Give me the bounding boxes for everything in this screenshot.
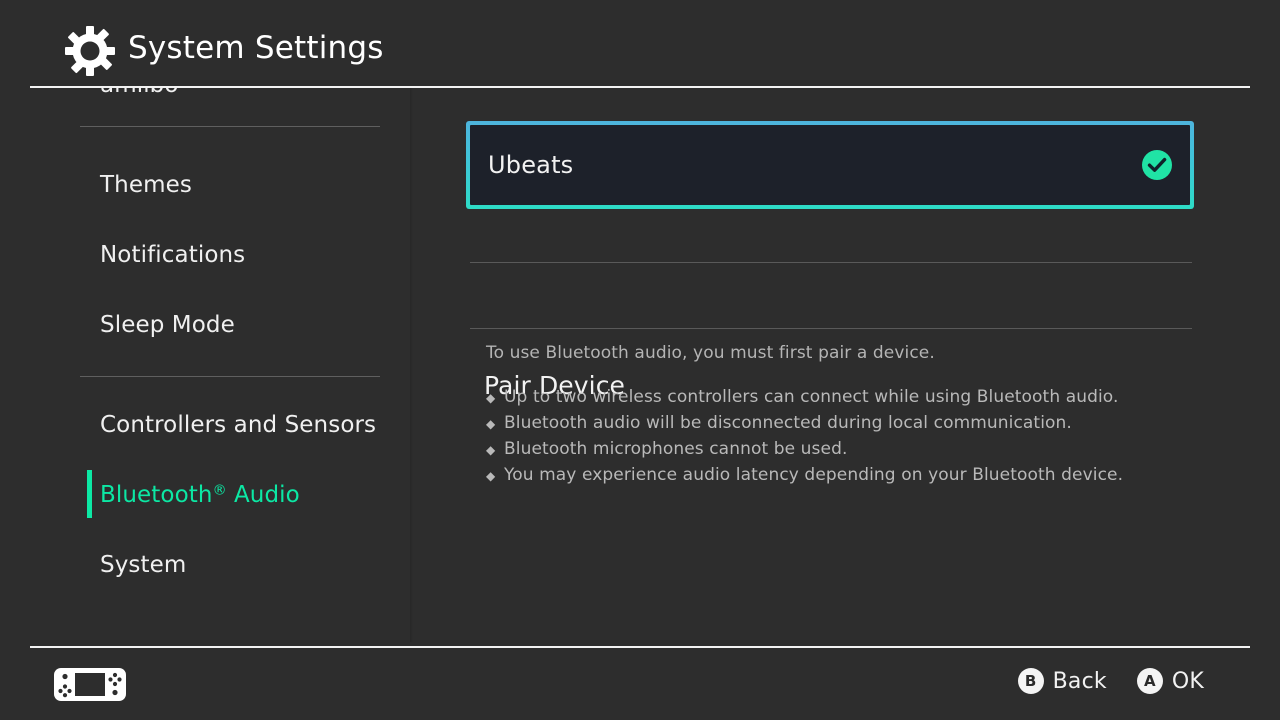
pair-section-bottom-divider [470,328,1192,329]
sidebar-item-controllers-and-sensors[interactable]: Controllers and Sensors [100,412,376,438]
sidebar-item-label-prefix: Bluetooth [100,482,213,508]
sidebar-item-themes[interactable]: Themes [100,172,192,198]
a-button-icon: A [1136,668,1163,694]
registered-trademark-icon: ® [212,482,227,499]
check-circle-icon [1142,150,1172,180]
device-name: Ubeats [488,151,574,179]
sidebar-item-label: Controllers and Sensors [100,412,377,438]
paired-device-card-inner: Ubeats [470,125,1190,205]
list-item-label: Bluetooth microphones cannot be used. [504,439,848,459]
footer-divider [30,646,1250,648]
list-item: ◆ Bluetooth microphones cannot be used. [486,439,1246,465]
diamond-bullet-icon: ◆ [486,417,496,431]
list-item: ◆ Up to two wireless controllers can con… [486,387,1246,413]
content-panel: Ubeats Pair Device To use Bluetooth audi… [413,88,1280,642]
paired-device-card[interactable]: Ubeats [466,121,1194,209]
diamond-bullet-icon: ◆ [486,469,496,483]
sidebar-item-system[interactable]: System [100,552,186,578]
pair-section-top-divider [470,262,1192,263]
b-button-icon: B [1017,668,1044,694]
list-item-label: You may experience audio latency dependi… [504,465,1124,485]
list-item: ◆ Bluetooth audio will be disconnected d… [486,413,1246,439]
footer-actions: B Back A OK [1017,668,1204,694]
list-item-label: Bluetooth audio will be disconnected dur… [504,413,1072,433]
sidebar-item-label: Themes [100,172,192,198]
sidebar-item-label: Sleep Mode [100,312,235,338]
sidebar-item-label: amiibo [100,88,179,98]
sidebar-item-label: System [100,552,187,578]
sidebar-item-label-suffix: Audio [226,482,300,508]
gear-icon [65,26,115,76]
page-title: System Settings [128,30,384,66]
pair-device-notes-list: ◆ Up to two wireless controllers can con… [486,387,1246,491]
sidebar-item-label: Notifications [100,242,246,268]
ok-button[interactable]: A OK [1136,668,1204,694]
sidebar-item-sleep-mode[interactable]: Sleep Mode [100,312,235,338]
back-button[interactable]: B Back [1017,668,1107,694]
sidebar-item-amiibo[interactable]: amiibo [100,88,179,98]
sidebar-divider-1 [80,126,380,127]
list-item: ◆ You may experience audio latency depen… [486,465,1246,491]
pair-device-description: To use Bluetooth audio, you must first p… [486,343,935,363]
settings-sidebar[interactable]: amiibo Themes Notifications Sleep Mode C… [0,88,410,642]
back-button-label: Back [1052,668,1107,694]
diamond-bullet-icon: ◆ [486,391,496,405]
app-header: System Settings [0,0,1280,88]
diamond-bullet-icon: ◆ [486,443,496,457]
sidebar-selection-marker [87,470,92,518]
switch-console-icon [54,668,126,701]
ok-button-label: OK [1171,668,1204,694]
sidebar-divider-2 [80,376,380,377]
sidebar-item-notifications[interactable]: Notifications [100,242,245,268]
sidebar-item-bluetooth-audio[interactable]: Bluetooth® Audio [100,482,300,508]
list-item-label: Up to two wireless controllers can conne… [504,387,1119,407]
